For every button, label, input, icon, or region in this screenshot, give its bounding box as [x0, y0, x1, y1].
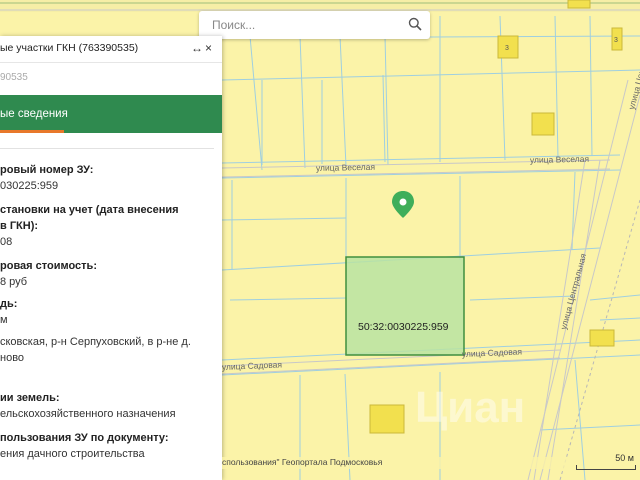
field-value: ения дачного строительства	[0, 448, 145, 460]
field-label: становки на учет (дата внесения	[0, 204, 179, 216]
field-registration-date: становки на учет (дата внесения в ГКН): …	[0, 202, 222, 250]
field-value: м	[0, 314, 8, 326]
scale-bar: 50 м	[576, 452, 640, 472]
watermark-text: Циан	[415, 383, 525, 432]
panel-title: ые участки ГКН (763390535)	[0, 42, 139, 54]
search-box[interactable]: Поиск...	[199, 11, 430, 39]
house-number: 3	[614, 37, 618, 44]
field-cadastral-value: ровая стоимость: 8 руб	[0, 258, 222, 290]
close-icon[interactable]: ×	[205, 41, 212, 55]
search-icon[interactable]	[408, 17, 422, 31]
field-value: 8 руб	[0, 276, 28, 288]
field-area: дь: м	[0, 296, 222, 328]
tab-bar: ые сведения	[0, 95, 222, 133]
field-label: пользования ЗУ по документу:	[0, 432, 169, 444]
field-value: ельскохозяйственного назначения	[0, 408, 176, 420]
map-attribution[interactable]: спользования" Геопортала Подмосковья	[222, 457, 574, 469]
search-input[interactable]: Поиск...	[212, 18, 255, 32]
field-value: сковская, р-н Серпуховский, в р-не д.	[0, 336, 191, 348]
field-permitted-use: пользования ЗУ по документу: ения дачног…	[0, 430, 222, 462]
field-value-cont: ново	[0, 352, 25, 364]
field-land-category: ии земель: ельскохозяйственного назначен…	[0, 390, 222, 422]
panel-header: ые участки ГКН (763390535) ↔ ×	[0, 36, 222, 63]
field-label-cont: в ГКН):	[0, 220, 39, 232]
house-number: 3	[505, 45, 509, 52]
expand-icon[interactable]: ↔	[191, 41, 203, 55]
field-label: дь:	[0, 298, 18, 310]
street-label-veselaya-right: улица Веселая	[530, 154, 590, 165]
field-value: 08	[0, 236, 13, 248]
field-label: ровая стоимость:	[0, 260, 97, 272]
parcel-info-panel: ые участки ГКН (763390535) ↔ × 90535 ые …	[0, 36, 222, 480]
parcel-cadastral-label: 50:32:0030225:959	[358, 321, 449, 333]
street-label-veselaya-left: улица Веселая	[316, 162, 376, 173]
panel-id-text: 90535	[0, 72, 28, 83]
field-value: 030225:959	[0, 180, 59, 192]
field-address: сковская, р-н Серпуховский, в р-не д. но…	[0, 334, 222, 366]
scale-bar-line	[576, 465, 636, 470]
selected-parcel[interactable]	[345, 256, 465, 356]
divider	[0, 148, 214, 149]
field-cadastral-number: ровый номер ЗУ: 030225:959	[0, 162, 222, 194]
tab-active-indicator	[0, 130, 64, 133]
field-label: ровый номер ЗУ:	[0, 164, 94, 176]
field-label: ии земель:	[0, 392, 60, 404]
scale-label: 50 м	[615, 453, 634, 463]
tab-general-info[interactable]: ые сведения	[0, 108, 68, 120]
